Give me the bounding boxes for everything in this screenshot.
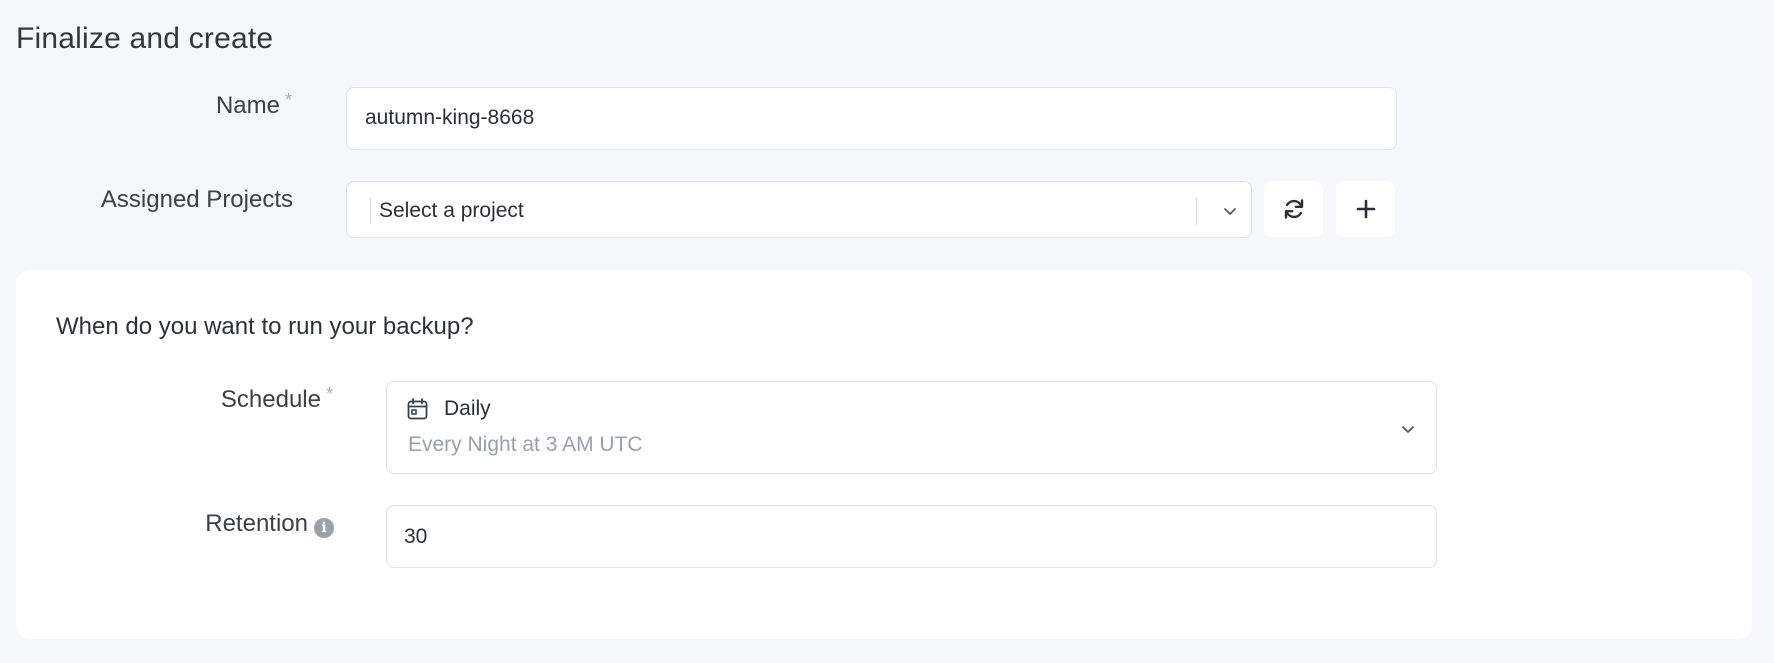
- schedule-label-text: Schedule: [220, 386, 321, 413]
- backup-section-title: When do you want to run your backup?: [56, 313, 474, 340]
- schedule-label: Schedule *: [220, 384, 333, 414]
- add-project-button[interactable]: [1336, 181, 1395, 237]
- assigned-projects-label: Assigned Projects: [100, 186, 293, 213]
- plus-icon: [1356, 199, 1375, 219]
- required-mark: *: [325, 384, 333, 404]
- chevron-down-icon[interactable]: [1223, 204, 1237, 218]
- schedule-selected-value: Daily: [444, 397, 491, 420]
- schedule-description: Every Night at 3 AM UTC: [408, 433, 643, 456]
- retention-label-text: Retention: [205, 510, 308, 537]
- name-input[interactable]: autumn-king-8668: [346, 87, 1397, 150]
- retention-input-value: 30: [404, 525, 428, 548]
- refresh-icon: [1284, 199, 1303, 219]
- select-divider: [1196, 197, 1197, 225]
- name-label-text: Name: [215, 92, 280, 119]
- schedule-select[interactable]: Daily Every Night at 3 AM UTC: [386, 381, 1437, 474]
- project-select[interactable]: Select a project: [346, 181, 1252, 238]
- page-title: Finalize and create: [16, 22, 274, 55]
- calendar-icon: [407, 398, 428, 420]
- refresh-projects-button[interactable]: [1264, 181, 1323, 237]
- retention-label: Retention i: [205, 510, 334, 538]
- required-mark: *: [284, 90, 292, 110]
- chevron-down-icon[interactable]: [1401, 422, 1415, 436]
- select-cursor-bar: [370, 198, 371, 224]
- name-label: Name *: [215, 90, 292, 120]
- name-input-value: autumn-king-8668: [365, 106, 535, 129]
- retention-input[interactable]: 30: [386, 505, 1437, 568]
- project-select-placeholder: Select a project: [379, 199, 524, 222]
- info-icon[interactable]: i: [314, 518, 334, 538]
